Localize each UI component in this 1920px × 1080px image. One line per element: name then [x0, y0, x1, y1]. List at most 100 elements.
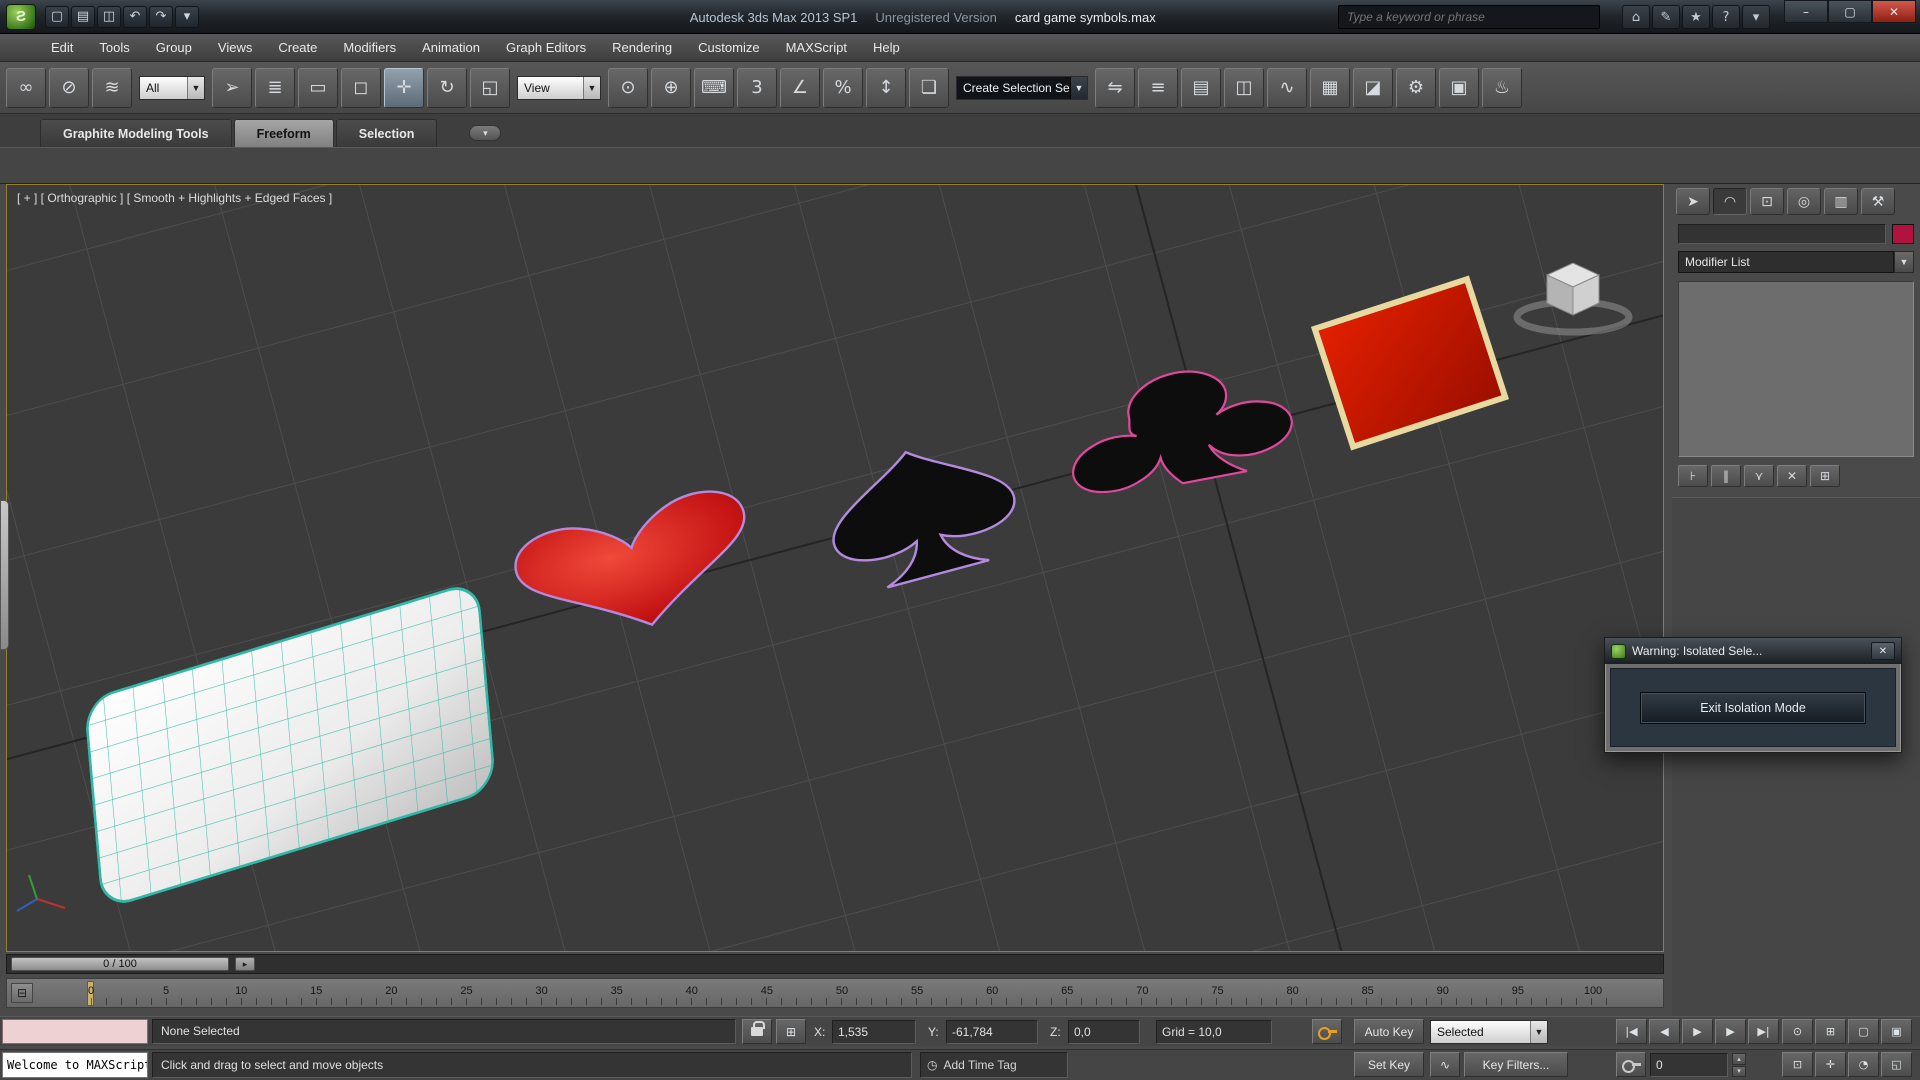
app-logo-icon[interactable]: Ƨ: [6, 3, 36, 30]
next-frame-arrow-icon[interactable]: ▸: [235, 957, 255, 971]
key-filters-button[interactable]: Key Filters...: [1464, 1052, 1568, 1077]
key-mode-dropdown[interactable]: Selected ▼: [1430, 1020, 1548, 1044]
ribbon-tab-graphite-modeling-tools[interactable]: Graphite Modeling Tools: [40, 119, 232, 147]
time-slider[interactable]: 0 / 100: [11, 957, 229, 971]
timeline-frame-20[interactable]: 20: [385, 985, 397, 997]
object-club[interactable]: [1054, 347, 1301, 515]
timeline-frame-100[interactable]: 100: [1584, 985, 1602, 997]
coord-x-field[interactable]: [832, 1020, 916, 1044]
ribbon-collapse-button[interactable]: ▾: [469, 125, 502, 141]
close-icon[interactable]: ✕: [1871, 642, 1895, 660]
current-frame-field[interactable]: [1650, 1053, 1728, 1077]
timeline-frame-65[interactable]: 65: [1061, 985, 1073, 997]
align-button[interactable]: ≡: [1138, 67, 1178, 108]
redo-button[interactable]: ↷: [149, 5, 173, 28]
maxscript-mini-listener[interactable]: Welcome to MAXScript: [2, 1052, 148, 1078]
use-pivot-point-button[interactable]: ⊙: [608, 67, 648, 108]
timeline-frame-85[interactable]: 85: [1362, 985, 1374, 997]
create-selection-set-dropdown[interactable]: Create Selection Se ▼: [956, 75, 1088, 100]
spinner-snap-button[interactable]: ↕: [866, 67, 906, 108]
select-and-move-button[interactable]: ✛: [384, 67, 424, 108]
timeline-frame-30[interactable]: 30: [535, 985, 547, 997]
key-tangents-button[interactable]: ∿: [1430, 1052, 1460, 1077]
coord-z-field[interactable]: [1068, 1020, 1140, 1044]
viewport-label[interactable]: [ + ] [ Orthographic ] [ Smooth + Highli…: [17, 191, 332, 205]
menu-item-rendering[interactable]: Rendering: [599, 34, 685, 61]
zoom-extents-button[interactable]: ▢: [1848, 1019, 1879, 1044]
spinner-up-icon[interactable]: ▴: [1732, 1053, 1746, 1065]
menu-item-modifiers[interactable]: Modifiers: [330, 34, 409, 61]
track-bar[interactable]: 0 / 100 ▸: [6, 954, 1664, 974]
timeline-frame-90[interactable]: 90: [1437, 985, 1449, 997]
left-panel-handle[interactable]: [0, 500, 9, 650]
set-keys-button[interactable]: [1312, 1019, 1342, 1044]
angle-snap-button[interactable]: ∠: [780, 67, 820, 108]
viewport-canvas[interactable]: [7, 185, 1664, 952]
unlink-selection-button[interactable]: ⊘: [49, 67, 89, 108]
pan-view-button[interactable]: ✛: [1815, 1052, 1846, 1077]
chevron-down-icon[interactable]: ▼: [1894, 251, 1914, 273]
display-tab[interactable]: ▥: [1824, 188, 1858, 215]
rendered-frame-button[interactable]: ▣: [1439, 67, 1479, 108]
render-setup-button[interactable]: ⚙: [1396, 67, 1436, 108]
timeline-frame-50[interactable]: 50: [836, 985, 848, 997]
set-key-button[interactable]: Set Key: [1354, 1052, 1424, 1077]
object-heart[interactable]: [508, 482, 765, 655]
menu-item-tools[interactable]: Tools: [86, 34, 142, 61]
object-spade[interactable]: [816, 428, 1028, 598]
render-production-button[interactable]: ♨: [1482, 67, 1522, 108]
graphite-ribbon-toggle-button[interactable]: ◫: [1224, 67, 1264, 108]
select-and-manipulate-button[interactable]: ⊕: [651, 67, 691, 108]
favorites-button[interactable]: ★: [1682, 5, 1710, 29]
reference-coordinate-dropdown[interactable]: View ▼: [517, 75, 601, 100]
motion-tab[interactable]: ◎: [1787, 188, 1821, 215]
go-to-start-button[interactable]: |◀: [1616, 1019, 1647, 1044]
close-button[interactable]: ✕: [1872, 0, 1916, 23]
timeline-frame-95[interactable]: 95: [1512, 985, 1524, 997]
previous-frame-button[interactable]: ◀: [1649, 1019, 1680, 1044]
open-file-button[interactable]: ▤: [71, 5, 95, 28]
search-input[interactable]: [1347, 10, 1591, 24]
select-by-name-button[interactable]: ≣: [255, 67, 295, 108]
modifier-list-dropdown[interactable]: Modifier List: [1678, 251, 1894, 273]
snaps-toggle-3d-button[interactable]: 3: [737, 67, 777, 108]
rectangular-selection-button[interactable]: ▭: [298, 67, 338, 108]
annotate-button[interactable]: ✎: [1652, 5, 1680, 29]
timeline-frame-60[interactable]: 60: [986, 985, 998, 997]
modifier-stack-list[interactable]: [1678, 281, 1914, 457]
object-color-swatch[interactable]: [1892, 224, 1914, 244]
window-crossing-button[interactable]: ◻: [341, 67, 381, 108]
menu-item-edit[interactable]: Edit: [38, 34, 86, 61]
zoom-extents-all-button[interactable]: ▣: [1881, 1019, 1912, 1044]
go-to-end-button[interactable]: ▶|: [1748, 1019, 1779, 1044]
select-and-rotate-button[interactable]: ↻: [427, 67, 467, 108]
zoom-all-button[interactable]: ⊞: [1815, 1019, 1846, 1044]
ribbon-tab-selection[interactable]: Selection: [335, 119, 438, 147]
timeline-frame-40[interactable]: 40: [686, 985, 698, 997]
select-and-scale-button[interactable]: ◱: [470, 67, 510, 108]
timeline-frame-5[interactable]: 5: [163, 985, 169, 997]
mirror-button[interactable]: ⇋: [1095, 67, 1135, 108]
communication-center-button[interactable]: ⌂: [1622, 5, 1650, 29]
new-file-button[interactable]: ▢: [45, 5, 69, 28]
menu-item-views[interactable]: Views: [205, 34, 265, 61]
view-cube[interactable]: [1513, 262, 1633, 336]
remove-modifier-button[interactable]: ✕: [1777, 465, 1807, 487]
add-time-tag-field[interactable]: ◷ Add Time Tag: [920, 1052, 1068, 1078]
minimize-button[interactable]: –: [1784, 0, 1828, 23]
maximize-button[interactable]: ▢: [1828, 0, 1872, 23]
bind-to-space-warp-button[interactable]: ≋: [92, 67, 132, 108]
save-file-button[interactable]: ◫: [97, 5, 121, 28]
modify-tab[interactable]: ◠: [1713, 188, 1747, 215]
timeline-frame-70[interactable]: 70: [1136, 985, 1148, 997]
dialog-title-bar[interactable]: Warning: Isolated Sele... ✕: [1605, 638, 1901, 664]
timeline-frame-45[interactable]: 45: [761, 985, 773, 997]
infocenter-help-button[interactable]: ?: [1712, 5, 1740, 29]
make-unique-button[interactable]: ⋎: [1744, 465, 1774, 487]
frame-spinner[interactable]: ▴ ▾: [1732, 1053, 1746, 1077]
infocenter-search[interactable]: [1338, 5, 1600, 29]
help-dropdown-button[interactable]: ▾: [1742, 5, 1770, 29]
configure-modifier-sets-button[interactable]: ⊞: [1810, 465, 1840, 487]
workspace-dropdown-button[interactable]: ▾: [175, 5, 199, 28]
menu-item-create[interactable]: Create: [265, 34, 330, 61]
